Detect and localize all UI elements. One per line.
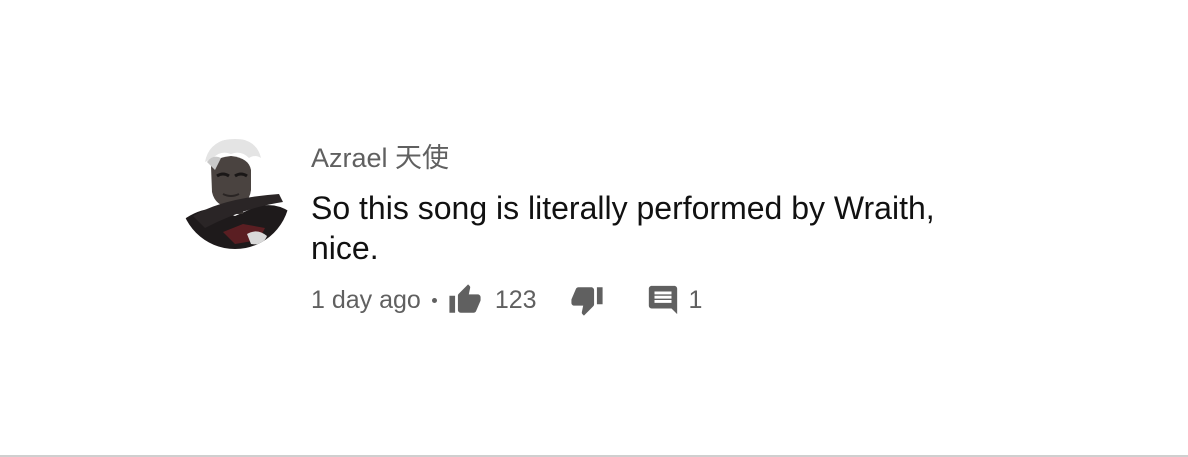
like-button[interactable]: [447, 282, 483, 318]
avatar[interactable]: [183, 136, 293, 252]
comment-author[interactable]: Azrael 天使: [311, 142, 449, 174]
comment-toolbar: 1 day ago 123 1: [311, 282, 702, 318]
separator-dot: [431, 297, 437, 303]
comment-item: Azrael 天使 So this song is literally perf…: [183, 136, 1083, 336]
reply-button[interactable]: [645, 282, 681, 318]
thumb-up-icon: [449, 284, 481, 313]
thumb-down-icon: [570, 287, 603, 316]
comment-timestamp: 1 day ago: [311, 285, 421, 314]
comment-text: So this song is literally performed by W…: [311, 190, 935, 266]
dislike-button[interactable]: [569, 282, 605, 318]
like-count: 123: [494, 285, 537, 314]
comment-icon: [648, 285, 677, 315]
reply-count: 1: [688, 285, 703, 314]
